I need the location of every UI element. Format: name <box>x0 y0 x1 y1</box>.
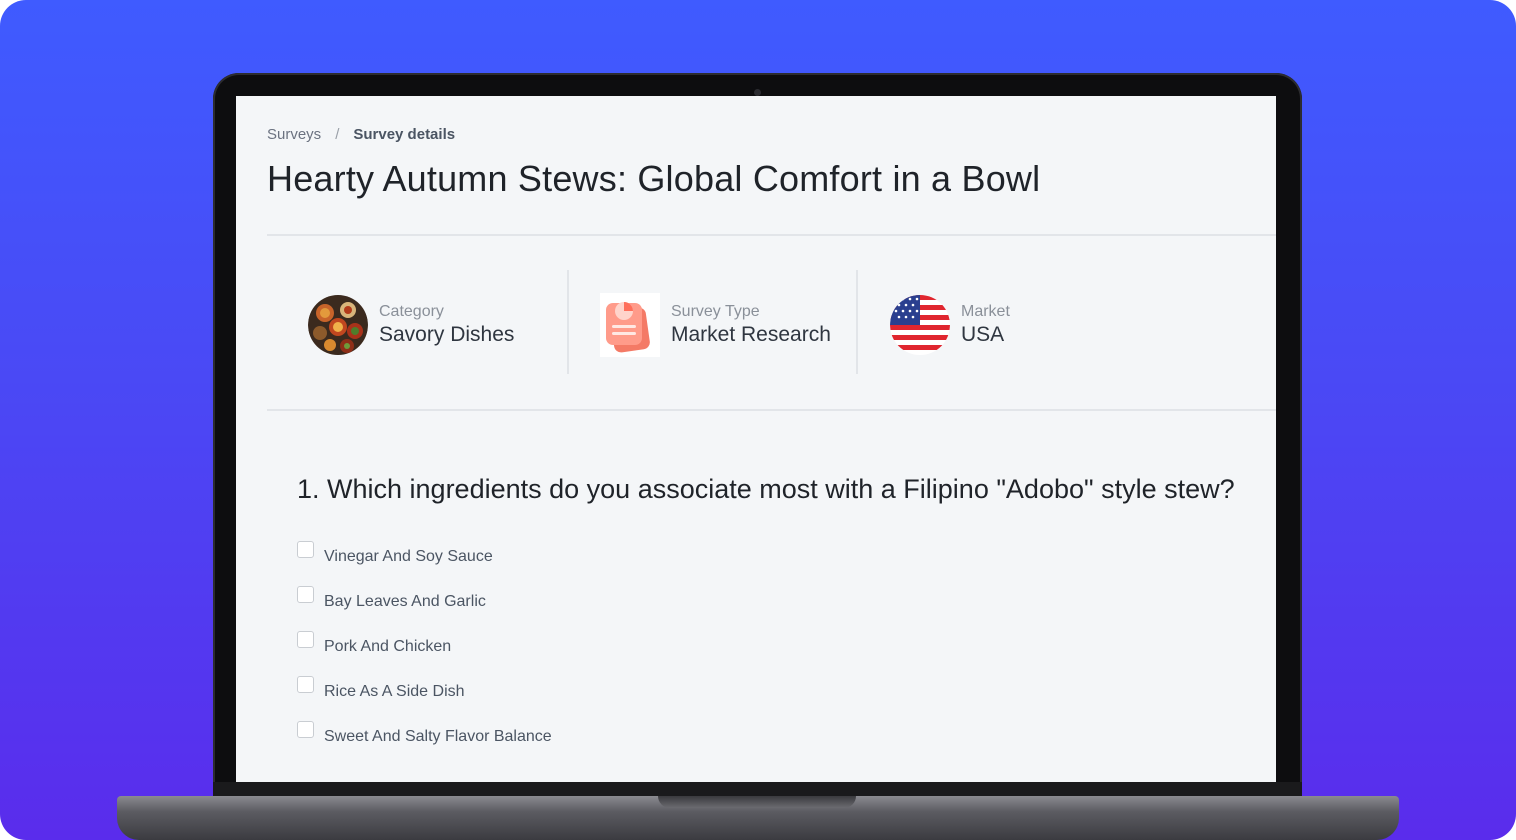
category-label: Category <box>379 303 444 320</box>
breadcrumb-current: Survey details <box>353 126 456 143</box>
answer-option[interactable]: Pork And Chicken <box>297 622 552 667</box>
survey-type-label: Survey Type <box>671 303 760 320</box>
answer-option-label: Sweet And Salty Flavor Balance <box>324 727 552 745</box>
answer-option[interactable]: Sweet And Salty Flavor Balance <box>297 712 552 757</box>
question-text: 1. Which ingredients do you associate mo… <box>297 474 1235 504</box>
info-separator <box>856 270 858 374</box>
answer-option[interactable]: Rice As A Side Dish <box>297 667 552 712</box>
info-separator <box>567 270 569 374</box>
survey-type-value: Market Research <box>671 323 831 346</box>
answer-option-label: Vinegar And Soy Sauce <box>324 547 493 565</box>
answer-checkbox[interactable] <box>297 631 314 648</box>
market-value: USA <box>961 323 1005 346</box>
laptop-hinge <box>213 782 1302 796</box>
answer-checkbox[interactable] <box>297 676 314 693</box>
food-platter-icon <box>308 293 368 357</box>
answer-option-label: Pork And Chicken <box>324 637 452 655</box>
app-screen: Surveys / Survey details Hearty Autumn S… <box>236 96 1276 782</box>
document-chart-icon <box>600 293 660 357</box>
answer-option-label: Bay Leaves And Garlic <box>324 592 486 610</box>
answer-checkbox[interactable] <box>297 721 314 738</box>
survey-type-info: Survey Type Market Research <box>600 290 831 360</box>
market-info: Market USA <box>890 290 1010 360</box>
answer-option-label: Rice As A Side Dish <box>324 682 465 700</box>
answer-option[interactable]: Bay Leaves And Garlic <box>297 577 552 622</box>
page-title: Hearty Autumn Stews: Global Comfort in a… <box>267 158 1041 199</box>
answer-options: Vinegar And Soy Sauce Bay Leaves And Gar… <box>297 532 552 757</box>
answer-checkbox[interactable] <box>297 541 314 558</box>
breadcrumb-surveys-link[interactable]: Surveys <box>267 126 321 143</box>
category-value: Savory Dishes <box>379 323 515 346</box>
laptop-notch <box>658 796 856 808</box>
market-label: Market <box>961 303 1010 320</box>
breadcrumb-separator: / <box>335 126 340 143</box>
camera-dot <box>754 89 761 96</box>
category-info: Category Savory Dishes <box>308 290 514 360</box>
answer-checkbox[interactable] <box>297 586 314 603</box>
us-flag-icon <box>890 293 950 357</box>
header-divider <box>267 234 1276 236</box>
answer-option[interactable]: Vinegar And Soy Sauce <box>297 532 552 577</box>
breadcrumb: Surveys / Survey details <box>267 126 455 143</box>
info-divider <box>267 409 1276 411</box>
